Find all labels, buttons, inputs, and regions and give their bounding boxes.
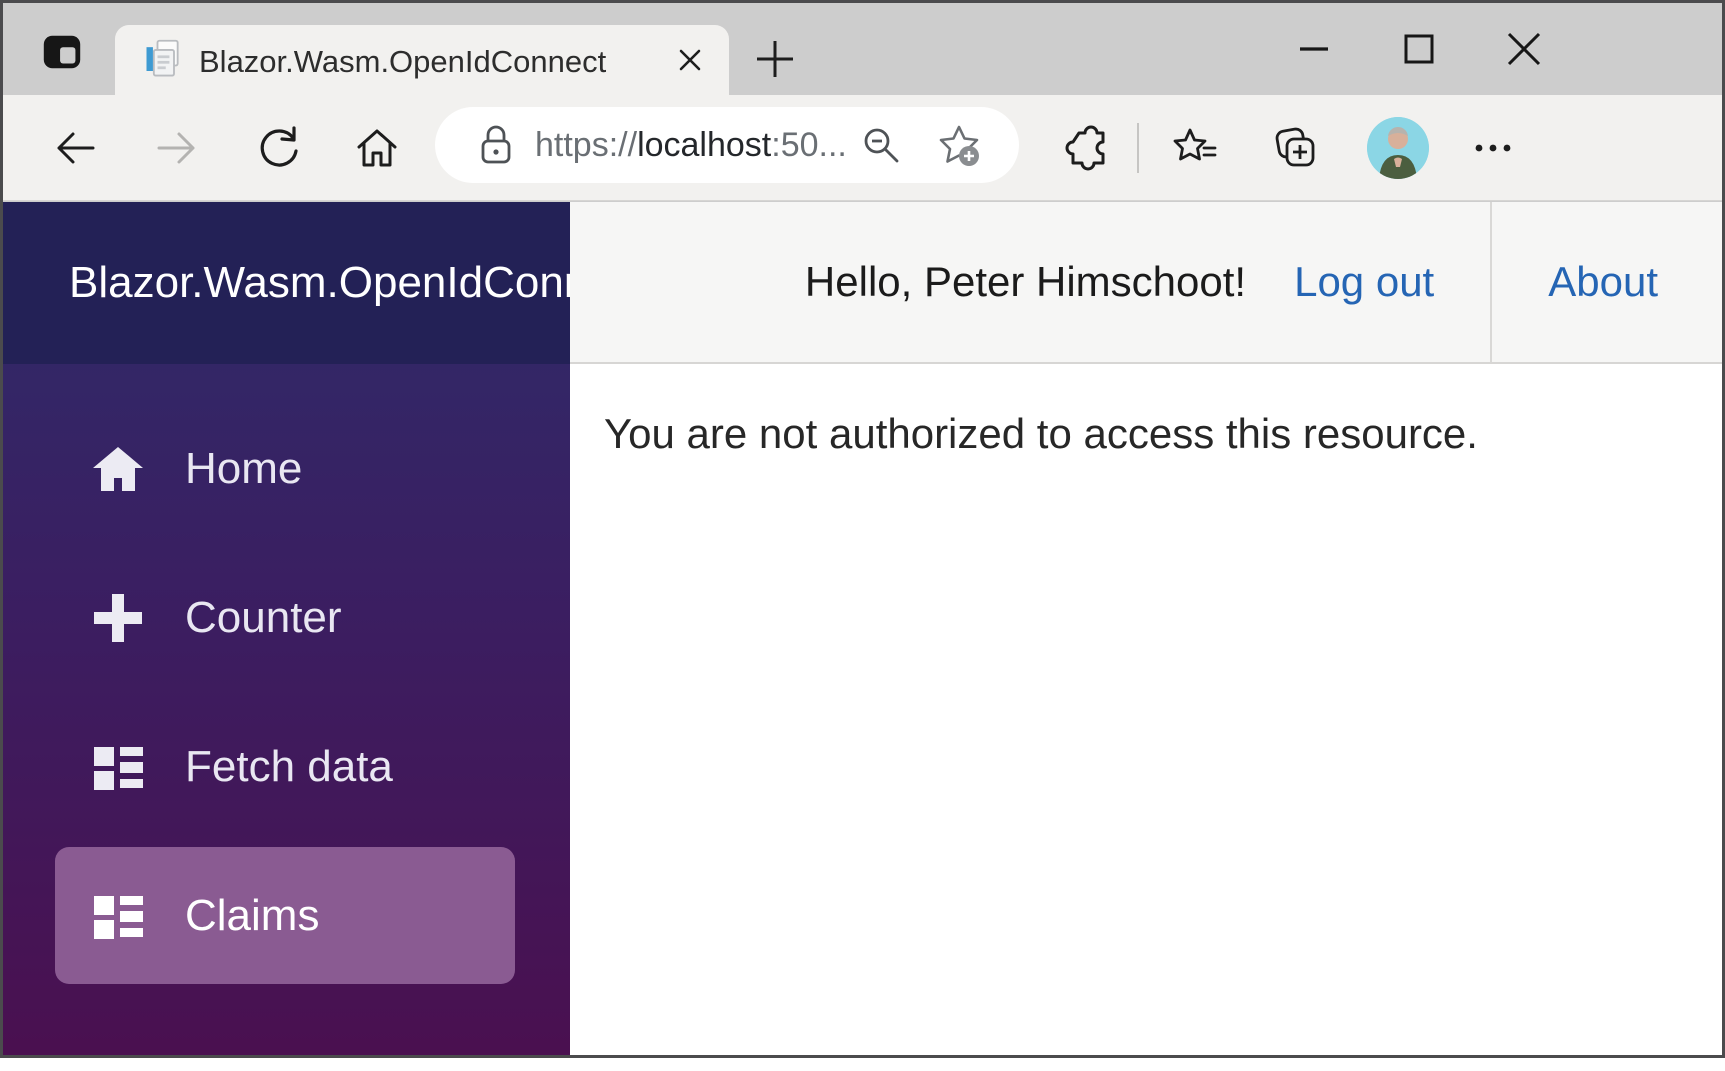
maximize-icon[interactable] — [1393, 23, 1445, 75]
url-host: localhost — [637, 126, 771, 164]
forward-icon[interactable] — [153, 124, 201, 172]
sidebar-item-label: Fetch data — [185, 742, 393, 792]
url-port: :50... — [771, 126, 847, 164]
sidebar-item-counter[interactable]: Counter — [55, 549, 515, 686]
list-rich-icon — [91, 740, 145, 794]
browser-toolbar: https://localhost:50... — [3, 95, 1722, 201]
favorites-icon[interactable] — [1171, 124, 1219, 172]
content-area: You are not authorized to access this re… — [570, 364, 1722, 458]
minimize-icon[interactable] — [1288, 23, 1340, 75]
new-tab-icon[interactable] — [749, 33, 801, 85]
plus-icon — [91, 591, 145, 645]
tab-title: Blazor.Wasm.OpenIdConnect — [199, 44, 606, 80]
user-greeting: Hello, Peter Himschoot! — [805, 258, 1246, 306]
sidebar-item-label: Claims — [185, 891, 319, 941]
collections-icon[interactable] — [1271, 124, 1319, 172]
sidebar: Blazor.Wasm.OpenIdConnect Home Counter — [3, 202, 570, 1055]
toolbar-divider — [1137, 123, 1139, 173]
favicon-icon — [141, 38, 185, 82]
house-icon — [91, 442, 145, 496]
about-link[interactable]: About — [1548, 258, 1658, 306]
sidebar-nav: Home Counter Fetch data — [3, 364, 570, 1055]
list-rich-icon — [91, 889, 145, 943]
sidebar-item-home[interactable]: Home — [55, 400, 515, 537]
tab-layout-icon[interactable] — [39, 29, 85, 75]
address-bar[interactable]: https://localhost:50... — [435, 107, 1019, 183]
lock-icon[interactable] — [473, 122, 519, 168]
sidebar-item-label: Home — [185, 444, 302, 494]
sidebar-item-label: Counter — [185, 593, 342, 643]
zoom-out-icon[interactable] — [859, 123, 903, 167]
main-area: Hello, Peter Himschoot! Log out About Yo… — [570, 202, 1722, 1055]
close-icon[interactable] — [1498, 23, 1550, 75]
refresh-icon[interactable] — [253, 124, 301, 172]
page-content: Blazor.Wasm.OpenIdConnect Home Counter — [3, 202, 1722, 1055]
url-text[interactable]: https://localhost:50... — [535, 126, 847, 165]
url-scheme: https:// — [535, 126, 637, 164]
browser-tab[interactable]: Blazor.Wasm.OpenIdConnect — [115, 25, 729, 95]
back-icon[interactable] — [51, 124, 99, 172]
more-icon[interactable] — [1469, 124, 1517, 172]
sidebar-header: Blazor.Wasm.OpenIdConnect — [3, 202, 570, 364]
app-title: Blazor.Wasm.OpenIdConnect — [69, 258, 570, 308]
logout-link[interactable]: Log out — [1294, 258, 1434, 306]
top-bar: Hello, Peter Himschoot! Log out About — [570, 202, 1722, 364]
tab-strip: Blazor.Wasm.OpenIdConnect — [3, 3, 1722, 95]
home-icon[interactable] — [353, 124, 401, 172]
sidebar-item-fetch-data[interactable]: Fetch data — [55, 698, 515, 835]
not-authorized-message: You are not authorized to access this re… — [604, 410, 1478, 457]
tab-close-icon[interactable] — [673, 43, 707, 77]
profile-avatar[interactable] — [1367, 117, 1429, 179]
top-bar-divider — [1490, 202, 1492, 362]
add-favorite-icon[interactable] — [935, 121, 983, 169]
extensions-icon[interactable] — [1063, 124, 1111, 172]
browser-window: Blazor.Wasm.OpenIdConnect — [0, 0, 1725, 1058]
sidebar-item-claims[interactable]: Claims — [55, 847, 515, 984]
